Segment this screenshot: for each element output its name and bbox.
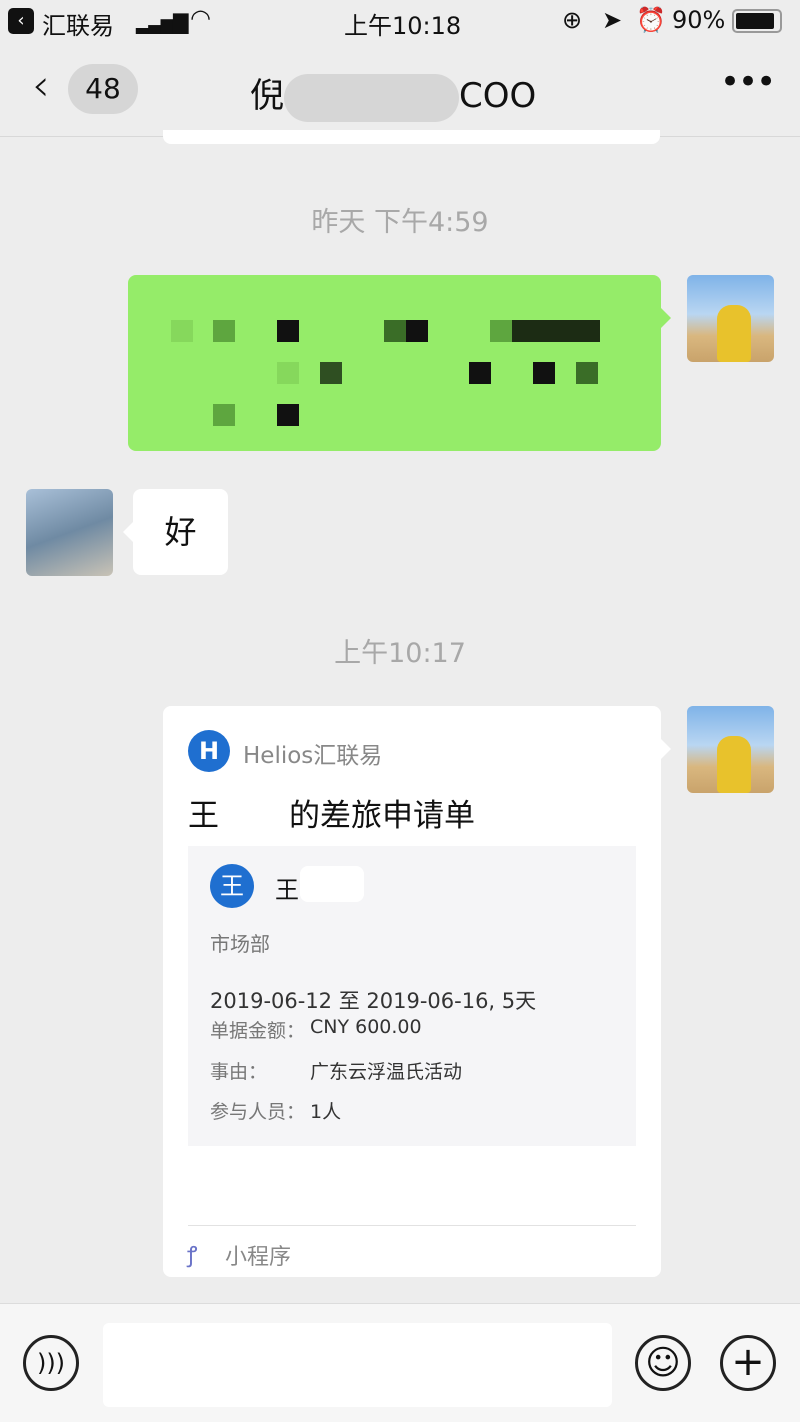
card-title: 王 的差旅申请单 [188, 790, 475, 835]
battery-percent: 90% [672, 6, 726, 34]
chat-header: ‹ 48 倪 COO ••• [0, 42, 800, 137]
battery-icon [732, 9, 782, 33]
pixel-block [533, 362, 555, 384]
mini-program-label: 小程序 [225, 1245, 292, 1270]
pixel-block [406, 320, 428, 342]
my-text-bubble[interactable] [128, 275, 671, 451]
emoji-icon[interactable]: ☺ [635, 1335, 691, 1391]
pixel-block [576, 362, 598, 384]
pixel-block [277, 362, 299, 384]
app-name: Helios汇联易 [243, 743, 383, 769]
rotation-lock-icon: ⊕ [562, 6, 583, 34]
plus-icon[interactable]: + [720, 1335, 776, 1391]
title-suffix: 的差旅申请单 [289, 798, 475, 834]
previous-card-edge [163, 130, 660, 144]
mini-program-card[interactable]: H Helios汇联易 王的差旅申请单 王 王 市场部 2019-06-12 至… [163, 706, 671, 1277]
amount-label: 单据金额： [210, 1020, 306, 1042]
contact-avatar[interactable] [26, 489, 113, 576]
pixel-block [213, 320, 235, 342]
title-suffix: COO [459, 76, 537, 116]
title-prefix: 倪 [250, 76, 284, 116]
chat-title: 倪 COO [250, 68, 536, 122]
mini-program-icon: ꝭ [187, 1243, 198, 1268]
clock-time: 上午10:18 [344, 12, 462, 40]
pixel-block [512, 320, 600, 342]
input-bar: ))) ☺ + [0, 1303, 800, 1422]
timestamp: 昨天 下午4:59 [311, 207, 489, 238]
helios-logo-icon: H [188, 730, 230, 772]
redacted-name [284, 73, 459, 122]
back-to-app-icon[interactable]: ‹ [8, 8, 34, 34]
applicant-avatar: 王 [210, 864, 254, 908]
status-bar: ‹ 汇联易 ▂▃▅▇ ◠ 上午10:18 ⊕ ➤ ⏰ 90% [0, 0, 800, 42]
redacted-name [300, 866, 364, 902]
pixel-block [320, 362, 342, 384]
contact-text-bubble[interactable]: 好 [123, 489, 228, 575]
participants-label: 参与人员： [210, 1101, 306, 1123]
timestamp: 上午10:17 [334, 638, 466, 669]
pixel-block [171, 320, 193, 342]
voice-input-icon[interactable]: ))) [23, 1335, 79, 1391]
pixel-block [384, 320, 406, 342]
unread-count-badge[interactable]: 48 [68, 64, 138, 114]
location-icon: ➤ [602, 6, 623, 34]
signal-icon: ▂▃▅▇ [136, 10, 189, 34]
department: 市场部 [210, 932, 270, 956]
back-app-label[interactable]: 汇联易 [42, 6, 114, 41]
pixel-block [277, 320, 299, 342]
pixel-block [490, 320, 512, 342]
title-prefix: 王 [188, 798, 219, 834]
pixel-block [469, 362, 491, 384]
message-input[interactable] [103, 1323, 612, 1407]
amount-value: CNY 600.00 [310, 1016, 422, 1038]
application-details: 王 王 市场部 2019-06-12 至 2019-06-16, 5天 单据金额… [188, 846, 636, 1146]
participants-value: 1人 [310, 1101, 342, 1123]
travel-dates: 2019-06-12 至 2019-06-16, 5天 [210, 989, 537, 1013]
more-options-icon[interactable]: ••• [720, 62, 776, 102]
divider [188, 1225, 636, 1226]
pixel-block [213, 404, 235, 426]
my-avatar[interactable] [687, 706, 774, 793]
pixel-block [277, 404, 299, 426]
wifi-icon: ◠ [190, 4, 211, 32]
applicant-name: 王 [275, 876, 299, 904]
alarm-icon: ⏰ [636, 6, 666, 34]
my-avatar[interactable] [687, 275, 774, 362]
reason-label: 事由： [210, 1061, 268, 1083]
reason-value: 广东云浮温氏活动 [310, 1061, 463, 1083]
back-chevron-icon[interactable]: ‹ [32, 60, 50, 111]
